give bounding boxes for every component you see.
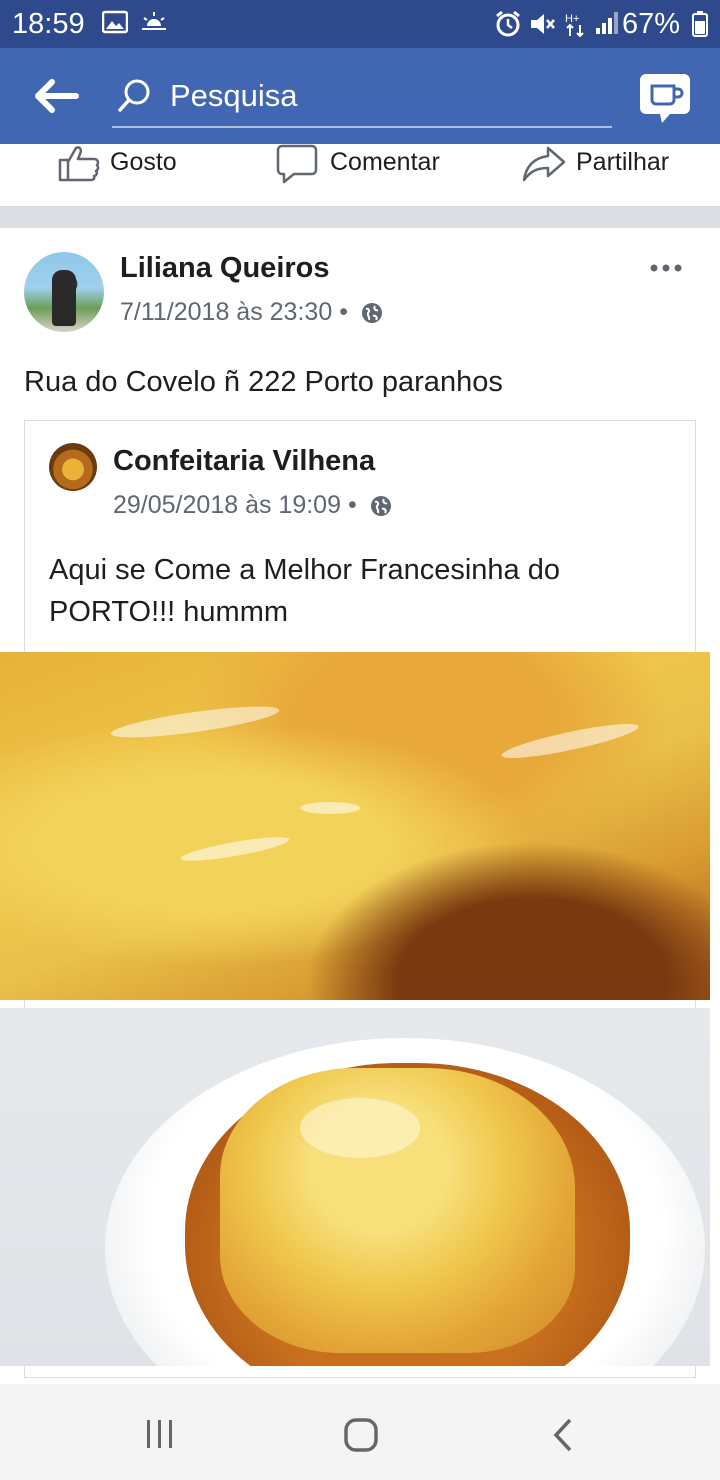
recents-icon[interactable] — [144, 1418, 176, 1450]
food-photo-closeup[interactable] — [0, 652, 710, 1000]
post-meta: 7/11/2018 às 23:30 • — [120, 298, 383, 327]
action-bar: Gosto Comentar Partilhar — [0, 144, 720, 206]
meta-separator: • — [339, 298, 348, 326]
back-arrow-icon[interactable] — [32, 76, 80, 116]
shared-text: Aqui se Come a Melhor Francesinha do POR… — [49, 554, 560, 628]
mute-icon — [531, 14, 555, 34]
svg-text:H+: H+ — [565, 13, 579, 25]
globe-icon — [370, 496, 391, 517]
food-photo-plate[interactable] — [0, 1008, 710, 1366]
comment-button[interactable]: Comentar — [276, 144, 466, 206]
comment-label: Comentar — [330, 148, 440, 176]
share-icon — [522, 146, 566, 182]
comment-icon — [276, 144, 318, 184]
share-button[interactable]: Partilhar — [522, 144, 712, 206]
feed-divider — [0, 206, 720, 228]
like-label: Gosto — [110, 148, 177, 176]
weather-icon — [142, 12, 166, 30]
messenger-icon[interactable] — [640, 72, 690, 124]
more-options-icon[interactable] — [648, 256, 688, 280]
home-icon[interactable] — [344, 1418, 378, 1452]
page-avatar[interactable] — [49, 443, 97, 491]
alarm-icon — [496, 10, 520, 37]
globe-icon — [361, 303, 382, 324]
search-placeholder: Pesquisa — [170, 78, 298, 113]
signal-icon — [596, 12, 618, 34]
post-timestamp[interactable]: 7/11/2018 às 23:30 — [120, 298, 332, 326]
search-header: Pesquisa — [0, 48, 720, 144]
shared-meta: 29/05/2018 às 19:09 • — [113, 491, 392, 520]
status-time: 18:59 — [12, 8, 85, 40]
data-icon: H+ — [565, 13, 584, 38]
system-nav-bar — [0, 1384, 720, 1480]
gallery-icon — [102, 10, 128, 34]
post-text: Rua do Covelo ñ 222 Porto paranhos — [24, 366, 503, 398]
thumbs-up-icon — [58, 146, 100, 182]
back-icon[interactable] — [552, 1418, 574, 1452]
shared-page-name[interactable]: Confeitaria Vilhena — [113, 445, 375, 478]
shared-timestamp[interactable]: 29/05/2018 às 19:09 — [113, 491, 341, 519]
battery-icon — [692, 11, 708, 37]
shared-meta-separator: • — [347, 491, 357, 519]
search-icon — [118, 79, 150, 112]
author-avatar[interactable] — [24, 252, 104, 332]
search-input[interactable]: Pesquisa — [112, 64, 612, 128]
battery-percent: 67% — [621, 8, 680, 40]
share-label: Partilhar — [576, 148, 670, 176]
post-author[interactable]: Liliana Queiros — [120, 252, 330, 285]
status-bar: 18:59 H+ 67% — [0, 0, 720, 48]
like-button[interactable]: Gosto — [58, 144, 198, 206]
